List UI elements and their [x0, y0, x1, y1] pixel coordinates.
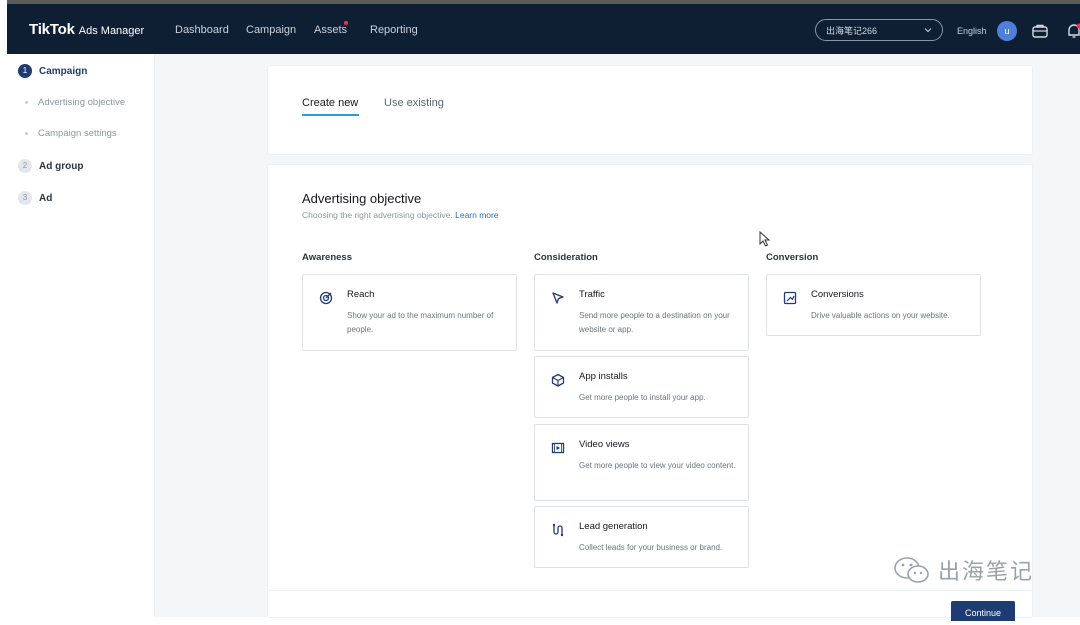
objective-traffic[interactable]: Traffic Send more people to a destinatio… [534, 274, 749, 351]
campaign-source-card: Create new Use existing [268, 66, 1032, 154]
objective-title: Conversions [811, 289, 864, 300]
objective-reach[interactable]: Reach Show your ad to the maximum number… [302, 274, 517, 351]
target-icon [319, 291, 333, 305]
nav-assets[interactable]: Assets [314, 24, 347, 36]
watermark-text: 出海笔记 [938, 554, 1034, 586]
step-number: 2 [18, 159, 32, 173]
objective-description: Send more people to a destination on you… [579, 309, 739, 337]
column-conversion: Conversion [766, 252, 818, 263]
objective-description: Show your ad to the maximum number of pe… [347, 309, 507, 337]
nav-dashboard[interactable]: Dashboard [175, 24, 229, 36]
wechat-icon [892, 555, 932, 585]
objective-conversions[interactable]: Conversions Drive valuable actions on yo… [766, 274, 981, 336]
sidebar: 1 Campaign Advertising objective Campaig… [7, 54, 155, 617]
step-number: 3 [18, 191, 32, 205]
left-border [0, 0, 7, 54]
objective-title: Reach [347, 289, 374, 300]
assets-notification-dot [344, 21, 348, 25]
mouse-pointer-icon [759, 231, 771, 247]
step-label: Campaign [39, 66, 87, 77]
footer-bar [268, 591, 1032, 617]
objective-lead-generation[interactable]: Lead generation Collect leads for your b… [534, 506, 749, 568]
tab-use-existing[interactable]: Use existing [384, 97, 444, 109]
language-switch[interactable]: English [957, 26, 987, 36]
sidebar-step-ad[interactable]: 3 Ad [18, 191, 52, 205]
tab-create-new[interactable]: Create new [302, 97, 358, 109]
objective-app-installs[interactable]: App installs Get more people to install … [534, 356, 749, 418]
step-label: Ad [39, 193, 52, 204]
section-subtitle: Choosing the right advertising objective… [302, 210, 499, 220]
learn-more-link[interactable]: Learn more [455, 210, 498, 220]
section-title: Advertising objective [302, 191, 421, 206]
box-icon [551, 373, 565, 387]
brand-name: TikTok [29, 21, 75, 38]
active-tab-indicator [302, 114, 359, 116]
sidebar-step-ad-group[interactable]: 2 Ad group [18, 159, 83, 173]
top-navbar: TikTok Ads Manager Dashboard Campaign As… [7, 4, 1080, 54]
nav-campaign[interactable]: Campaign [246, 24, 296, 36]
objective-title: Lead generation [579, 521, 648, 532]
column-awareness: Awareness [302, 252, 352, 263]
objective-description: Get more people to install your app. [579, 391, 739, 405]
bell-icon[interactable] [1065, 22, 1080, 40]
app-window: TikTok Ads Manager Dashboard Campaign As… [0, 0, 1080, 617]
objective-video-views[interactable]: Video views Get more people to view your… [534, 424, 749, 501]
chart-up-icon [783, 291, 797, 305]
objective-description: Get more people to view your video conte… [579, 459, 739, 473]
sidebar-substep-campaign-settings[interactable]: Campaign settings [25, 128, 117, 139]
cursor-arrow-icon [551, 291, 565, 305]
funnel-icon [551, 523, 565, 537]
advertising-objective-card: Advertising objective Choosing the right… [268, 165, 1032, 617]
video-icon [551, 441, 565, 455]
continue-button[interactable]: Continue [951, 601, 1015, 621]
briefcase-icon[interactable] [1031, 22, 1049, 40]
step-number: 1 [18, 64, 32, 78]
watermark: 出海笔记 [892, 554, 1034, 586]
objective-title: Video views [579, 439, 630, 450]
nav-reporting[interactable]: Reporting [370, 24, 418, 36]
objective-description: Drive valuable actions on your website. [811, 309, 971, 323]
sidebar-step-campaign[interactable]: 1 Campaign [18, 64, 87, 78]
step-label: Ad group [39, 161, 83, 172]
objective-description: Collect leads for your business or brand… [579, 541, 739, 555]
account-name: 出海笔记266 [826, 24, 877, 37]
account-selector[interactable]: 出海笔记266 [815, 19, 943, 41]
column-consideration: Consideration [534, 252, 598, 263]
sidebar-substep-advertising-objective[interactable]: Advertising objective [25, 97, 125, 108]
avatar[interactable]: u [997, 21, 1017, 41]
product-name: Ads Manager [79, 25, 144, 37]
brand-logo[interactable]: TikTok Ads Manager [29, 21, 144, 38]
objective-title: App installs [579, 371, 628, 382]
chevron-down-icon [924, 26, 932, 34]
main-content: Create new Use existing Advertising obje… [155, 54, 1080, 617]
objective-title: Traffic [579, 289, 605, 300]
